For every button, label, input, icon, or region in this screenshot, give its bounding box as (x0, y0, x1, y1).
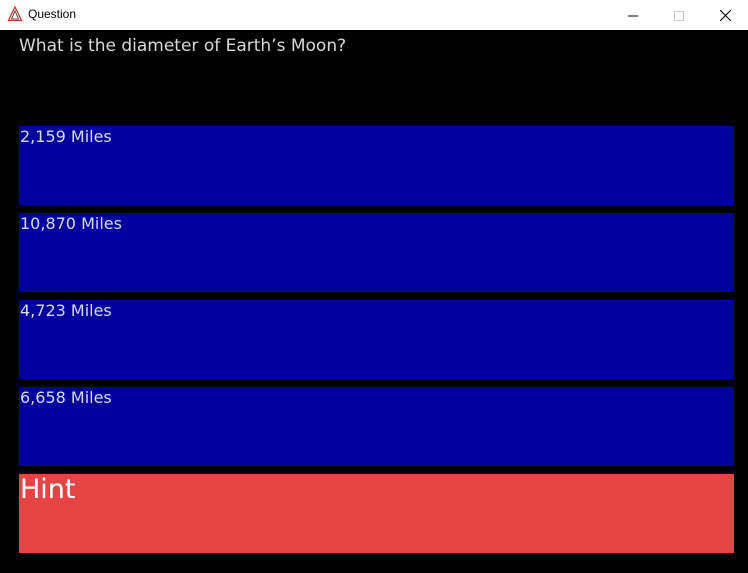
answer-option-3[interactable]: 4,723 Miles (19, 300, 734, 379)
question-text: What is the diameter of Earth’s Moon? (19, 36, 347, 56)
app-triangle-icon (7, 5, 23, 22)
minimize-button[interactable] (610, 0, 656, 30)
minimize-icon (628, 6, 638, 25)
close-icon (719, 6, 731, 25)
answer-option-2[interactable]: 10,870 Miles (19, 213, 734, 292)
hint-button[interactable]: Hint (19, 474, 734, 553)
answer-option-4[interactable]: 6,658 Miles (19, 387, 734, 466)
maximize-button[interactable] (656, 0, 702, 30)
maximize-icon (674, 6, 684, 25)
answer-option-1[interactable]: 2,159 Miles (19, 126, 734, 205)
close-button[interactable] (702, 0, 748, 30)
window-title: Question (28, 7, 77, 21)
question-panel: What is the diameter of Earth’s Moon? 2,… (0, 30, 748, 573)
title-bar: Question (0, 0, 748, 30)
